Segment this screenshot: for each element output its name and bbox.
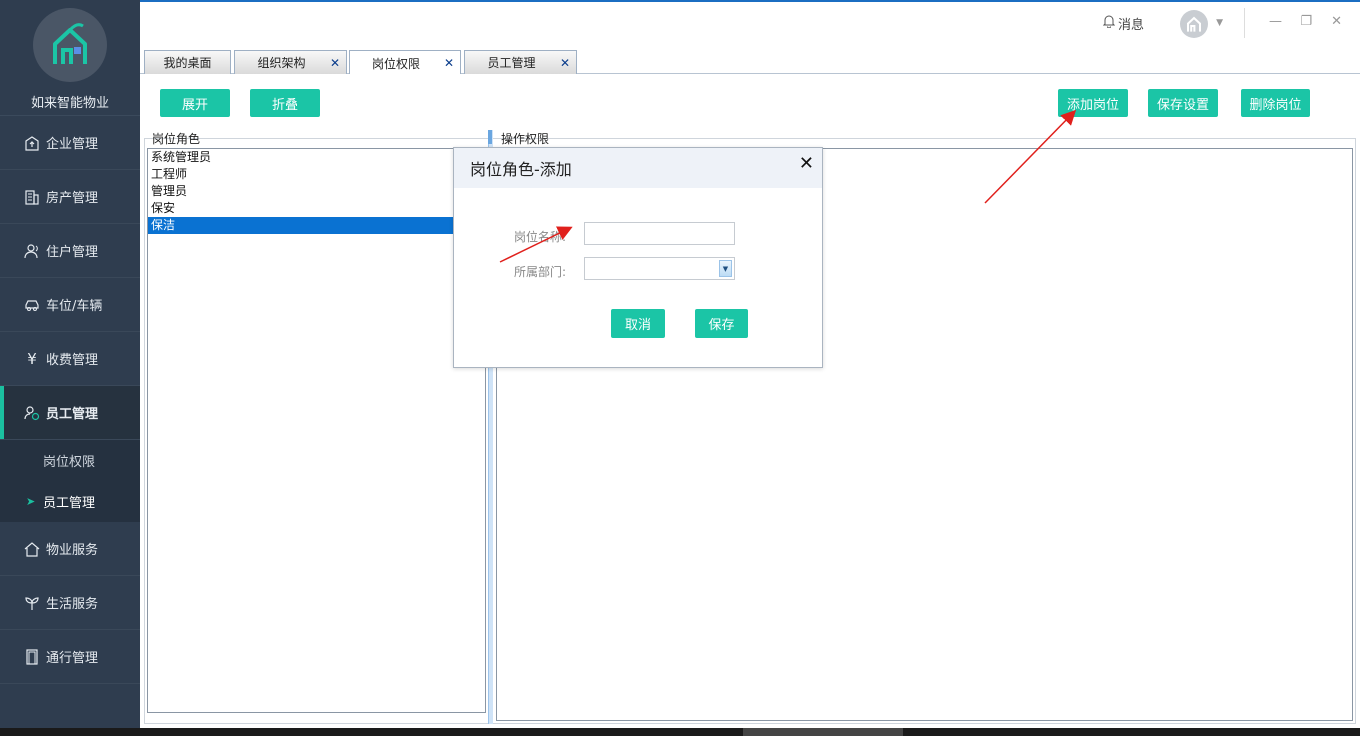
building-up-icon [22,133,42,153]
staff-icon [22,403,42,423]
nav-label: 收费管理 [46,353,99,368]
nav-label: 员工管理 [46,407,99,422]
app-window: 如来智能物业 企业管理 房产管理 住户管理 车位/车辆 ¥ 收费管理 员工管理 [0,0,1360,736]
chevron-down-icon[interactable]: ▼ [1216,18,1223,28]
chevron-down-icon[interactable]: ▼ [719,260,732,277]
top-bar: 消息 ▼ — ❐ ✕ [140,0,1360,46]
user-icon [22,241,42,261]
messages-button[interactable]: 消息 [1102,14,1144,33]
nav-enterprise[interactable]: 企业管理 [0,116,140,170]
door-icon [22,647,42,667]
minimize-icon[interactable]: — [1269,14,1282,29]
submenu-position-permissions[interactable]: 岗位权限 [0,440,140,481]
taskbar-segment [743,728,903,736]
position-name-label: 岗位名称: [513,230,566,244]
tab-label: 我的桌面 [163,56,212,70]
nav-property[interactable]: 房产管理 [0,170,140,224]
department-select[interactable]: ▼ [584,257,735,280]
car-icon [22,295,42,315]
delete-position-button[interactable]: 删除岗位 [1241,89,1310,117]
avatar[interactable] [1180,10,1208,38]
close-icon[interactable]: ✕ [330,56,340,70]
close-icon[interactable]: ✕ [1331,14,1342,29]
sidebar: 如来智能物业 企业管理 房产管理 住户管理 车位/车辆 ¥ 收费管理 员工管理 [0,0,140,728]
home-icon [22,539,42,559]
nav-billing[interactable]: ¥ 收费管理 [0,332,140,386]
nav-label: 企业管理 [46,137,99,152]
save-settings-button[interactable]: 保存设置 [1148,89,1218,117]
splitter-handle[interactable] [488,130,492,144]
collapse-button[interactable]: 折叠 [250,89,320,117]
divider [1244,8,1245,38]
tab-label: 员工管理 [487,56,536,70]
tab-desktop[interactable]: 我的桌面 [144,50,231,74]
brand: 如来智能物业 [0,0,140,116]
nav-label: 房产管理 [46,191,99,206]
logo-icon [33,8,107,82]
nav-label: 通行管理 [46,651,99,666]
nav-staff[interactable]: 员工管理 [0,386,140,440]
building-icon [22,187,42,207]
nav-residents[interactable]: 住户管理 [0,224,140,278]
close-icon[interactable]: ✕ [444,56,454,70]
tab-org-structure[interactable]: 组织架构 ✕ [234,50,347,74]
nav-label: 车位/车辆 [46,299,103,314]
list-item-selected[interactable]: 保洁 [148,217,485,234]
nav-label: 物业服务 [46,543,99,558]
nav-life-service[interactable]: 生活服务 [0,576,140,630]
list-item[interactable]: 工程师 [148,166,485,183]
yen-icon: ¥ [27,349,37,368]
nav-parking[interactable]: 车位/车辆 [0,278,140,332]
add-position-dialog: 岗位角色-添加 ✕ 岗位名称: 所属部门: ▼ 取消 保存 [453,147,823,368]
sprout-icon [22,593,42,613]
cancel-button[interactable]: 取消 [611,309,665,338]
add-position-button[interactable]: 添加岗位 [1058,89,1128,117]
nav-access[interactable]: 通行管理 [0,630,140,684]
roles-panel-title: 岗位角色 [152,132,201,146]
messages-label: 消息 [1117,18,1144,33]
staff-submenu: 岗位权限 ➤ 员工管理 [0,440,140,522]
nav-property-service[interactable]: 物业服务 [0,522,140,576]
position-name-input[interactable] [584,222,735,245]
submenu-label: 员工管理 [43,496,96,511]
chevron-right-icon: ➤ [26,495,36,508]
brand-name: 如来智能物业 [30,96,109,111]
dialog-title: 岗位角色-添加 [454,148,822,188]
close-icon[interactable]: ✕ [799,153,814,174]
restore-icon[interactable]: ❐ [1300,14,1312,29]
tab-position-permissions[interactable]: 岗位权限 ✕ [349,50,461,75]
tab-label: 组织架构 [257,56,306,70]
department-label: 所属部门: [513,265,566,279]
tab-bar: 我的桌面 组织架构 ✕ 岗位权限 ✕ 员工管理 ✕ [140,46,1360,75]
list-item[interactable]: 保安 [148,200,485,217]
permissions-panel-title: 操作权限 [501,132,550,146]
list-item[interactable]: 管理员 [148,183,485,200]
save-button[interactable]: 保存 [695,309,748,338]
tab-label: 岗位权限 [371,56,420,71]
close-icon[interactable]: ✕ [560,56,570,70]
list-item[interactable]: 系统管理员 [148,149,485,166]
nav-label: 住户管理 [46,245,99,260]
bell-icon [1102,15,1116,32]
roles-list: 系统管理员 工程师 管理员 保安 保洁 [147,148,486,713]
submenu-label: 岗位权限 [43,455,96,470]
tab-staff-management[interactable]: 员工管理 ✕ [464,50,577,74]
expand-button[interactable]: 展开 [160,89,230,117]
taskbar-strip [0,728,1360,736]
nav-label: 生活服务 [46,597,99,612]
submenu-staff-management[interactable]: ➤ 员工管理 [0,481,140,522]
